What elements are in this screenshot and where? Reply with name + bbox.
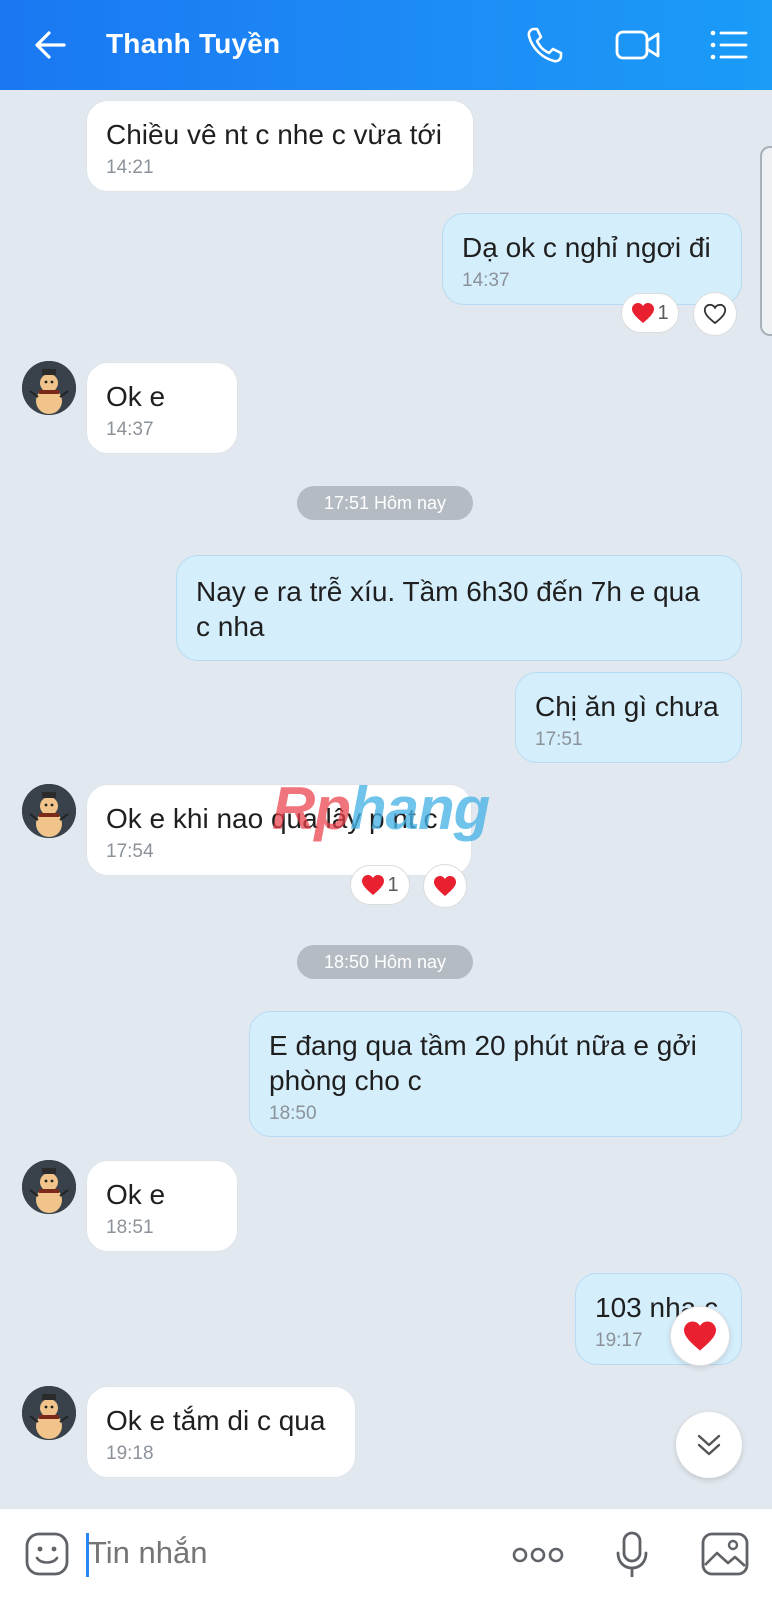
avatar[interactable] — [22, 1386, 76, 1440]
message-bubble-outgoing[interactable]: E đang qua tầm 20 phút nữa e gởi phòng c… — [249, 1011, 742, 1137]
message-time: 14:37 — [462, 270, 510, 291]
message-bubble-outgoing[interactable]: Chị ăn gì chưa 17:51 — [515, 672, 742, 763]
contact-name[interactable]: Thanh Tuyền — [106, 28, 280, 60]
message-text: Ok e — [106, 1179, 166, 1210]
avatar[interactable] — [22, 1160, 76, 1214]
message-time: 19:18 — [106, 1443, 154, 1464]
image-gallery-icon[interactable] — [700, 1531, 750, 1577]
message-text: Chiều vê nt c nhe c vừa tới — [106, 119, 442, 150]
reaction-count-badge[interactable]: 1 — [621, 293, 679, 333]
message-text: E đang qua tầm 20 phút nữa e gởi phòng c… — [269, 1030, 697, 1096]
heart-icon — [632, 303, 655, 323]
more-options-icon[interactable] — [512, 1543, 564, 1567]
microphone-icon[interactable] — [614, 1529, 650, 1581]
back-arrow-icon[interactable] — [30, 24, 72, 66]
scroll-to-bottom-button[interactable] — [676, 1412, 742, 1478]
message-input[interactable] — [88, 1535, 468, 1571]
message-time: 18:50 — [269, 1103, 317, 1124]
message-bubble-outgoing[interactable]: Nay e ra trễ xíu. Tầm 6h30 đến 7h e qua … — [176, 555, 742, 661]
message-text: Ok e — [106, 381, 166, 412]
message-text: Chị ăn gì chưa — [535, 691, 719, 722]
date-divider: 17:51 Hôm nay — [297, 486, 473, 520]
message-time: 17:51 — [535, 729, 583, 750]
sticker-icon[interactable] — [24, 1531, 70, 1577]
message-bubble-incoming[interactable]: Chiều vê nt c nhe c vừa tới 14:21 — [86, 100, 474, 192]
message-text: Ok e tắm di c qua — [106, 1405, 326, 1436]
message-time: 14:21 — [106, 157, 154, 178]
react-heart-button[interactable] — [423, 864, 467, 908]
avatar[interactable] — [22, 784, 76, 838]
message-time: 18:51 — [106, 1217, 154, 1238]
message-bubble-incoming[interactable]: Ok e tắm di c qua 19:18 — [86, 1386, 356, 1478]
menu-list-icon[interactable] — [708, 24, 750, 66]
message-time: 17:54 — [106, 841, 154, 862]
avatar[interactable] — [22, 361, 76, 415]
message-text: Dạ ok c nghỉ ngơi đi — [462, 232, 711, 263]
video-camera-icon[interactable] — [614, 24, 662, 66]
watermark-logo: Rphang — [272, 775, 490, 842]
reaction-count-badge[interactable]: 1 — [350, 865, 410, 905]
message-text: Nay e ra trễ xíu. Tầm 6h30 đến 7h e qua … — [196, 576, 700, 642]
heart-icon — [434, 876, 456, 896]
message-bubble-outgoing[interactable]: Dạ ok c nghỉ ngơi đi 14:37 — [442, 213, 742, 305]
message-bubble-incoming[interactable]: Ok e 18:51 — [86, 1160, 238, 1252]
chat-header: Thanh Tuyền — [0, 0, 772, 90]
double-chevron-down-icon — [697, 1434, 721, 1456]
message-time: 14:37 — [106, 419, 154, 440]
react-heart-button[interactable] — [670, 1306, 730, 1366]
heart-outline-icon — [703, 303, 727, 325]
message-composer — [0, 1508, 772, 1600]
phone-icon[interactable] — [524, 24, 566, 66]
message-bubble-incoming[interactable]: Ok e 14:37 — [86, 362, 238, 454]
react-heart-button[interactable] — [693, 292, 737, 336]
reaction-count: 1 — [387, 873, 399, 896]
heart-icon — [684, 1321, 716, 1351]
heart-icon — [362, 875, 385, 895]
scroll-handle[interactable] — [760, 146, 772, 336]
reaction-count: 1 — [657, 301, 669, 324]
date-divider: 18:50 Hôm nay — [297, 945, 473, 979]
